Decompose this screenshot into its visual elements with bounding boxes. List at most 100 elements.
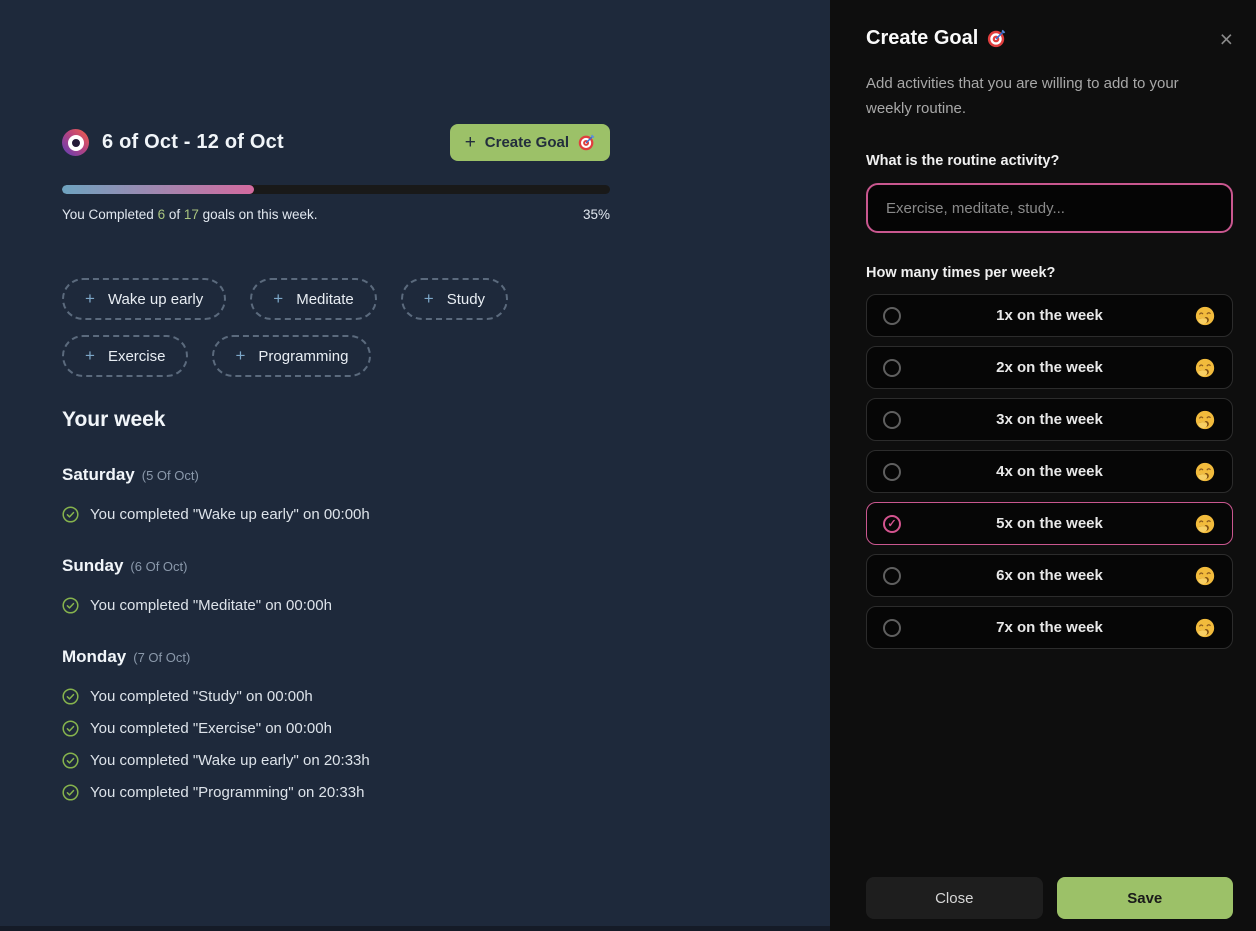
- progress-summary: You Completed 6 of 17 goals on this week…: [62, 207, 610, 222]
- frequency-option[interactable]: ✓ 3x on the week: [866, 398, 1233, 441]
- bottom-edge-strip: [0, 926, 830, 931]
- radio-icon: ✓: [883, 619, 901, 637]
- activity-chip[interactable]: + Programming: [212, 335, 371, 377]
- check-circle-icon: [62, 720, 79, 737]
- completed-goal-text: You completed "Programming" on 20:33h: [90, 784, 364, 801]
- week-days-list: Saturday (5 Of Oct) You completed "Wake …: [62, 465, 610, 801]
- progress-summary-mid: of: [165, 207, 184, 222]
- activity-chips: + Wake up early + Meditate + Study + Exe…: [62, 278, 622, 377]
- check-circle-icon: [62, 752, 79, 769]
- completed-goal-item: You completed "Study" on 00:00h: [62, 688, 610, 705]
- progress-summary-prefix: You Completed: [62, 207, 158, 222]
- week-progress-fill: [62, 185, 254, 194]
- save-button[interactable]: Save: [1057, 877, 1234, 919]
- yawning-face-icon: [1194, 513, 1216, 535]
- your-week-title: Your week: [62, 408, 610, 432]
- completed-goal-text: You completed "Study" on 00:00h: [90, 688, 313, 705]
- frequency-option[interactable]: ✓ 5x on the week: [866, 502, 1233, 545]
- activity-chip-label: Wake up early: [108, 291, 203, 308]
- yawning-face-icon: [1194, 617, 1216, 639]
- completed-count: 6: [158, 207, 166, 222]
- completed-goal-text: You completed "Wake up early" on 20:33h: [90, 752, 370, 769]
- create-goal-drawer: Create Goal × Add activities that you ar…: [830, 0, 1256, 931]
- yawning-face-icon: [1194, 565, 1216, 587]
- day-name: Monday: [62, 647, 126, 667]
- frequency-option-label: 3x on the week: [867, 411, 1232, 428]
- day-name: Sunday: [62, 556, 123, 576]
- check-circle-icon: [62, 688, 79, 705]
- plus-icon: +: [235, 346, 245, 366]
- target-dart-icon: [578, 134, 595, 151]
- day-items: You completed "Meditate" on 00:00h: [62, 597, 610, 614]
- check-circle-icon: [62, 784, 79, 801]
- radio-icon: ✓: [883, 515, 901, 533]
- activity-chip[interactable]: + Study: [401, 278, 508, 320]
- progress-percent: 35%: [583, 207, 610, 222]
- frequency-option-label: 2x on the week: [867, 359, 1232, 376]
- drawer-footer: Close Save: [866, 877, 1233, 919]
- plus-icon: +: [85, 346, 95, 366]
- radio-icon: ✓: [883, 359, 901, 377]
- drawer-title-row: Create Goal ×: [866, 27, 1233, 50]
- radio-check-icon: ✓: [887, 517, 896, 530]
- activity-chip-label: Exercise: [108, 348, 166, 365]
- check-circle-icon: [62, 597, 79, 614]
- radio-icon: ✓: [883, 463, 901, 481]
- completed-goal-text: You completed "Wake up early" on 00:00h: [90, 506, 370, 523]
- frequency-option-label: 6x on the week: [867, 567, 1232, 584]
- day-section: Monday (7 Of Oct) You completed "Study" …: [62, 647, 610, 801]
- activity-chip[interactable]: + Meditate: [250, 278, 376, 320]
- completed-goal-item: You completed "Wake up early" on 00:00h: [62, 506, 610, 523]
- yawning-face-icon: [1194, 305, 1216, 327]
- activity-chip-label: Programming: [258, 348, 348, 365]
- check-circle-icon: [62, 506, 79, 523]
- progress-summary-suffix: goals on this week.: [199, 207, 318, 222]
- activity-chip[interactable]: + Wake up early: [62, 278, 226, 320]
- frequency-field-label: How many times per week?: [866, 265, 1233, 281]
- radio-icon: ✓: [883, 567, 901, 585]
- plus-icon: +: [465, 132, 476, 154]
- completed-goal-item: You completed "Meditate" on 00:00h: [62, 597, 610, 614]
- activity-field-label: What is the routine activity?: [866, 153, 1233, 169]
- day-date: (6 Of Oct): [130, 559, 187, 574]
- day-heading: Saturday (5 Of Oct): [62, 465, 610, 485]
- frequency-option[interactable]: ✓ 4x on the week: [866, 450, 1233, 493]
- week-progress-bar: [62, 185, 610, 194]
- plus-icon: +: [85, 289, 95, 309]
- frequency-option[interactable]: ✓ 6x on the week: [866, 554, 1233, 597]
- yawning-face-icon: [1194, 357, 1216, 379]
- frequency-option-label: 5x on the week: [867, 515, 1232, 532]
- cancel-button[interactable]: Close: [866, 877, 1043, 919]
- day-name: Saturday: [62, 465, 135, 485]
- close-icon[interactable]: ×: [1220, 29, 1233, 49]
- week-date-range: 6 of Oct - 12 of Oct: [102, 131, 284, 154]
- yawning-face-icon: [1194, 409, 1216, 431]
- day-items: You completed "Wake up early" on 00:00h: [62, 506, 610, 523]
- day-date: (5 Of Oct): [142, 468, 199, 483]
- frequency-option-label: 4x on the week: [867, 463, 1232, 480]
- target-logo-ring: [68, 135, 84, 151]
- radio-icon: ✓: [883, 307, 901, 325]
- create-goal-button-label: Create Goal: [485, 134, 569, 151]
- drawer-title-text: Create Goal: [866, 27, 978, 50]
- completed-goal-text: You completed "Exercise" on 00:00h: [90, 720, 332, 737]
- activity-input[interactable]: [866, 183, 1233, 233]
- frequency-option[interactable]: ✓ 1x on the week: [866, 294, 1233, 337]
- day-heading: Sunday (6 Of Oct): [62, 556, 610, 576]
- plus-icon: +: [273, 289, 283, 309]
- day-heading: Monday (7 Of Oct): [62, 647, 610, 667]
- weekly-goals-panel: 6 of Oct - 12 of Oct + Create Goal You C…: [0, 0, 830, 931]
- day-date: (7 Of Oct): [133, 650, 190, 665]
- frequency-option[interactable]: ✓ 7x on the week: [866, 606, 1233, 649]
- completed-goal-item: You completed "Programming" on 20:33h: [62, 784, 610, 801]
- drawer-description: Add activities that you are willing to a…: [866, 71, 1214, 121]
- completed-goal-item: You completed "Wake up early" on 20:33h: [62, 752, 610, 769]
- frequency-option-label: 7x on the week: [867, 619, 1232, 636]
- target-dart-icon: [987, 29, 1006, 48]
- frequency-options: ✓ 1x on the week ✓ 2x on the week: [866, 294, 1233, 658]
- activity-chip[interactable]: + Exercise: [62, 335, 188, 377]
- completed-goal-text: You completed "Meditate" on 00:00h: [90, 597, 332, 614]
- create-goal-button[interactable]: + Create Goal: [450, 124, 610, 161]
- total-count: 17: [184, 207, 199, 222]
- frequency-option[interactable]: ✓ 2x on the week: [866, 346, 1233, 389]
